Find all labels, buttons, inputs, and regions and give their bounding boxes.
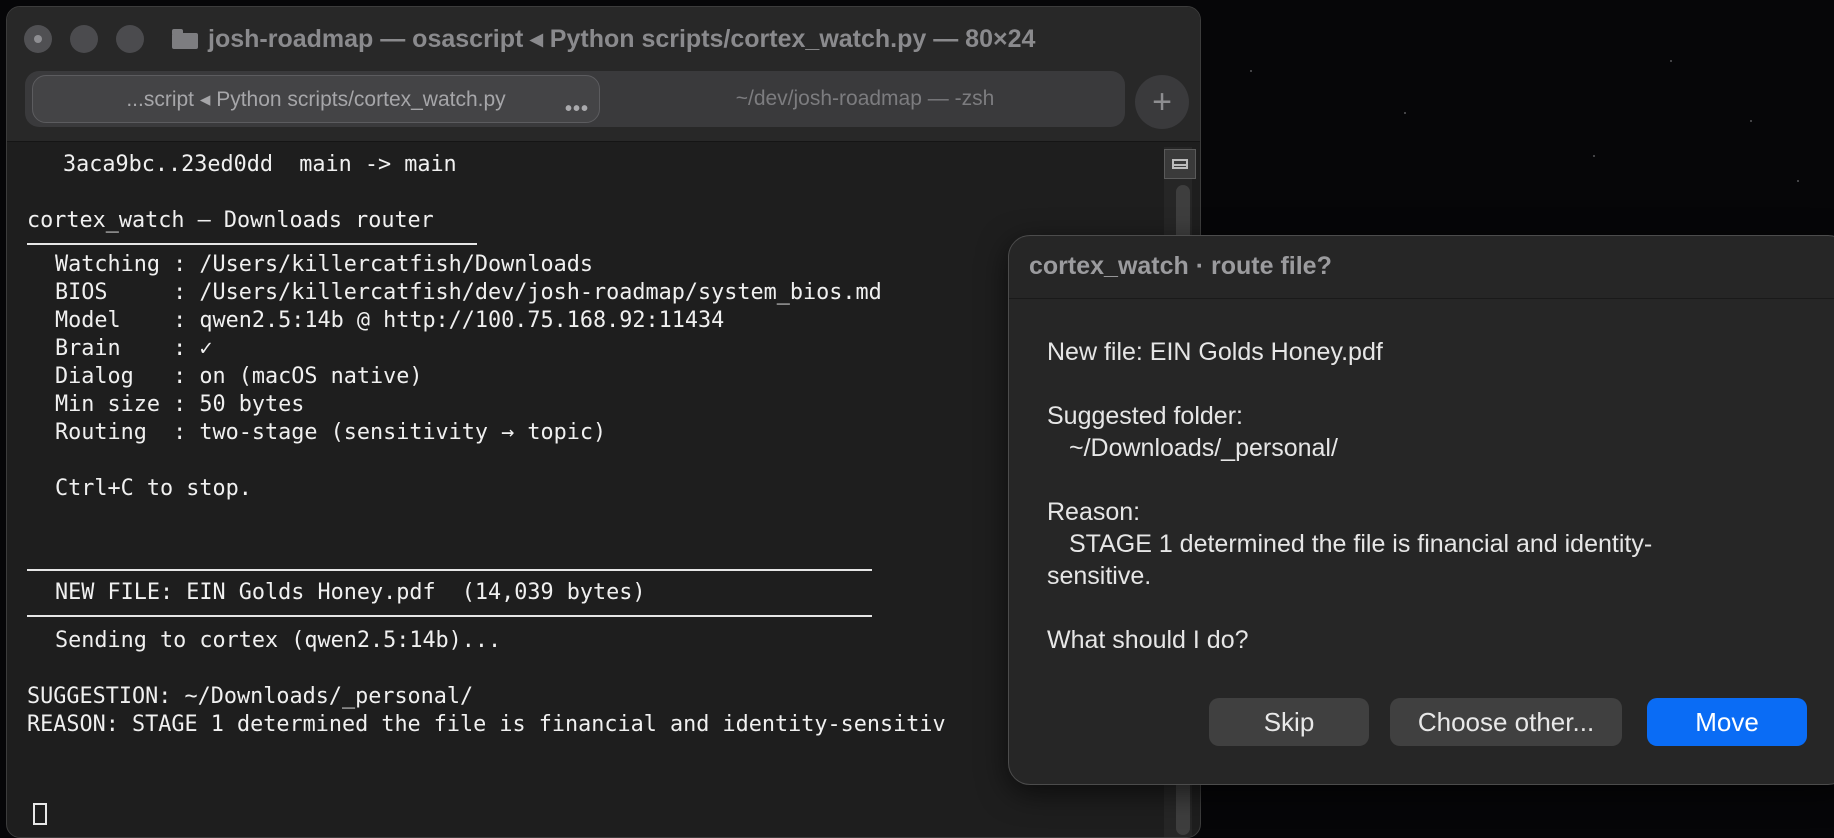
console-line: NEW FILE: EIN Golds Honey.pdf (14,039 by…	[55, 580, 646, 605]
console-divider	[27, 615, 872, 617]
reason-label: Reason:	[1047, 498, 1141, 526]
tab-more-icon[interactable]: •••	[565, 98, 589, 121]
terminal-output[interactable]: 3aca9bc..23ed0dd main -> main cortex_wat…	[27, 151, 1177, 739]
console-line: SUGGESTION: ~/Downloads/_personal/	[27, 684, 474, 709]
tab-zsh[interactable]: ~/dev/josh-roadmap — -zsh	[610, 75, 1120, 123]
console-line: Model : qwen2.5:14b @ http://100.75.168.…	[55, 308, 725, 333]
console-line: Brain : ✓	[55, 336, 213, 361]
console-line: Watching : /Users/killercatfish/Download…	[55, 252, 594, 277]
tab-bar: ...script ◂ Python scripts/cortex_watch.…	[25, 71, 1125, 127]
reason-text: STAGE 1 determined the file is financial…	[1069, 530, 1653, 558]
tab-label: ...script ◂ Python scripts/cortex_watch.…	[126, 87, 506, 111]
dialog-divider	[1009, 298, 1834, 299]
console-line: Ctrl+C to stop.	[55, 476, 252, 501]
console-line: REASON: STAGE 1 determined the file is f…	[27, 712, 946, 737]
console-line: Sending to cortex (qwen2.5:14b)...	[55, 628, 502, 653]
console-line: cortex_watch — Downloads router	[27, 208, 434, 233]
tab-cortex-watch[interactable]: ...script ◂ Python scripts/cortex_watch.…	[32, 75, 600, 123]
console-line: Dialog : on (macOS native)	[55, 364, 423, 389]
route-file-dialog: cortex_watch · route file? New file: EIN…	[1008, 235, 1834, 785]
star	[1404, 112, 1406, 114]
close-window-button[interactable]	[24, 25, 52, 53]
star	[1670, 60, 1672, 62]
reason-text-continued: sensitive.	[1047, 562, 1152, 590]
terminal-titlebar: josh-roadmap — osascript ◂ Python script…	[7, 7, 1200, 142]
tab-label: ~/dev/josh-roadmap — -zsh	[735, 87, 995, 110]
new-tab-button[interactable]: +	[1135, 75, 1189, 129]
folder-icon	[172, 29, 198, 49]
dialog-message: New file: EIN Golds Honey.pdf Suggested …	[1047, 336, 1747, 656]
split-pane-icon[interactable]	[1164, 149, 1196, 179]
question-text: What should I do?	[1047, 626, 1249, 654]
plus-icon: +	[1152, 82, 1172, 121]
skip-button[interactable]: Skip	[1209, 698, 1369, 746]
zoom-window-button[interactable]	[116, 25, 144, 53]
terminal-cursor	[33, 803, 47, 825]
star	[1250, 70, 1252, 72]
star	[1593, 155, 1595, 157]
console-line: 3aca9bc..23ed0dd main -> main	[63, 152, 457, 177]
new-file-text: New file: EIN Golds Honey.pdf	[1047, 338, 1383, 366]
window-title: josh-roadmap — osascript ◂ Python script…	[172, 23, 1035, 55]
console-line: BIOS : /Users/killercatfish/dev/josh-roa…	[55, 280, 882, 305]
console-line: Min size : 50 bytes	[55, 392, 305, 417]
console-line: Routing : two-stage (sensitivity → topic…	[55, 420, 607, 445]
star	[1750, 120, 1752, 122]
suggested-folder-value: ~/Downloads/_personal/	[1069, 434, 1338, 462]
window-title-text: josh-roadmap — osascript ◂ Python script…	[208, 25, 1036, 53]
console-divider	[27, 243, 477, 245]
star	[1797, 180, 1799, 182]
suggested-folder-label: Suggested folder:	[1047, 402, 1243, 430]
move-button[interactable]: Move	[1647, 698, 1807, 746]
minimize-window-button[interactable]	[70, 25, 98, 53]
console-divider	[27, 569, 872, 571]
dialog-title: cortex_watch · route file?	[1029, 252, 1332, 280]
choose-other-button[interactable]: Choose other...	[1390, 698, 1622, 746]
